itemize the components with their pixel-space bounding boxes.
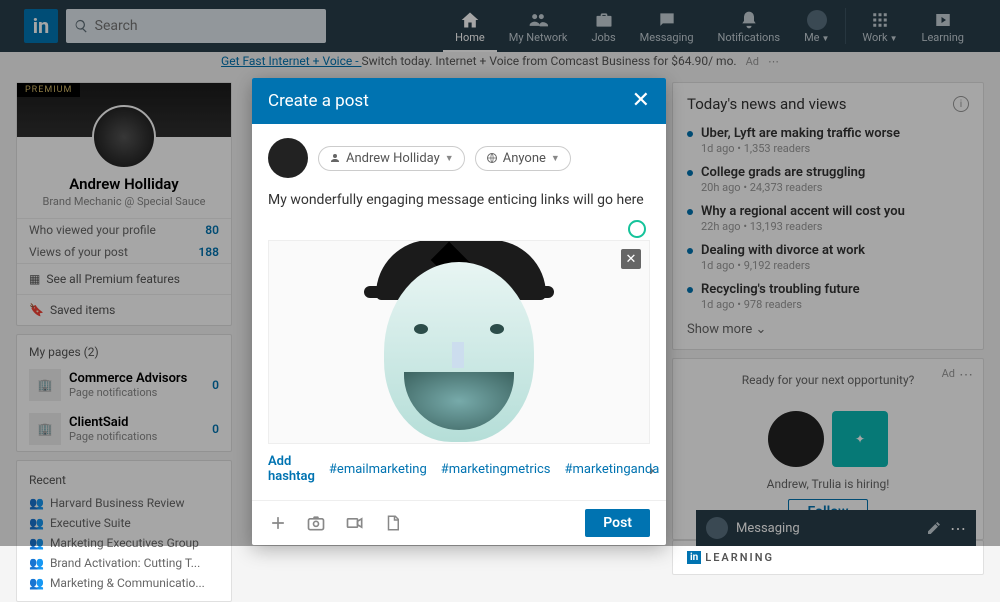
chevron-down-icon: ▼ — [445, 153, 454, 164]
modal-header: Create a post ✕ — [252, 78, 666, 124]
add-icon[interactable] — [268, 513, 288, 533]
learning-label: LEARNING — [705, 551, 774, 564]
post-button[interactable]: Post — [585, 509, 650, 537]
attachment-preview: ✕ — [268, 240, 650, 444]
add-hashtag-button[interactable]: Add hashtag — [268, 454, 315, 484]
group-icon: 👥 — [29, 556, 44, 570]
globe-icon — [486, 152, 498, 164]
recent-item[interactable]: 👥Marketing & Communicatio... — [17, 573, 231, 593]
modal-title: Create a post — [268, 91, 369, 111]
author-avatar[interactable] — [268, 138, 308, 178]
close-icon[interactable]: ✕ — [632, 90, 650, 112]
author-selector[interactable]: Andrew Holliday ▼ — [318, 146, 465, 171]
video-icon[interactable] — [344, 513, 366, 533]
grammarly-icon[interactable] — [628, 220, 646, 238]
person-icon — [329, 152, 341, 164]
modal-footer: Post — [252, 500, 666, 545]
linkedin-logo-small: in — [687, 551, 701, 564]
attached-image — [269, 241, 649, 443]
hashtag-suggestion[interactable]: #marketingmetrics — [441, 462, 551, 477]
document-icon[interactable] — [384, 513, 402, 533]
hashtag-next-button[interactable]: › — [649, 460, 654, 479]
visibility-selector[interactable]: Anyone ▼ — [475, 146, 571, 171]
group-icon: 👥 — [29, 576, 44, 590]
hashtag-suggestion[interactable]: #emailmarketing — [329, 462, 427, 477]
create-post-modal: Create a post ✕ Andrew Holliday ▼ Anyone… — [252, 78, 666, 545]
hashtag-suggestion[interactable]: #marketinganda — [565, 462, 660, 477]
camera-icon[interactable] — [306, 513, 326, 533]
chevron-down-icon: ▼ — [551, 153, 560, 164]
remove-attachment-button[interactable]: ✕ — [621, 249, 641, 269]
post-text-input[interactable]: My wonderfully engaging message enticing… — [268, 192, 650, 212]
recent-item[interactable]: 👥Brand Activation: Cutting T... — [17, 553, 231, 573]
